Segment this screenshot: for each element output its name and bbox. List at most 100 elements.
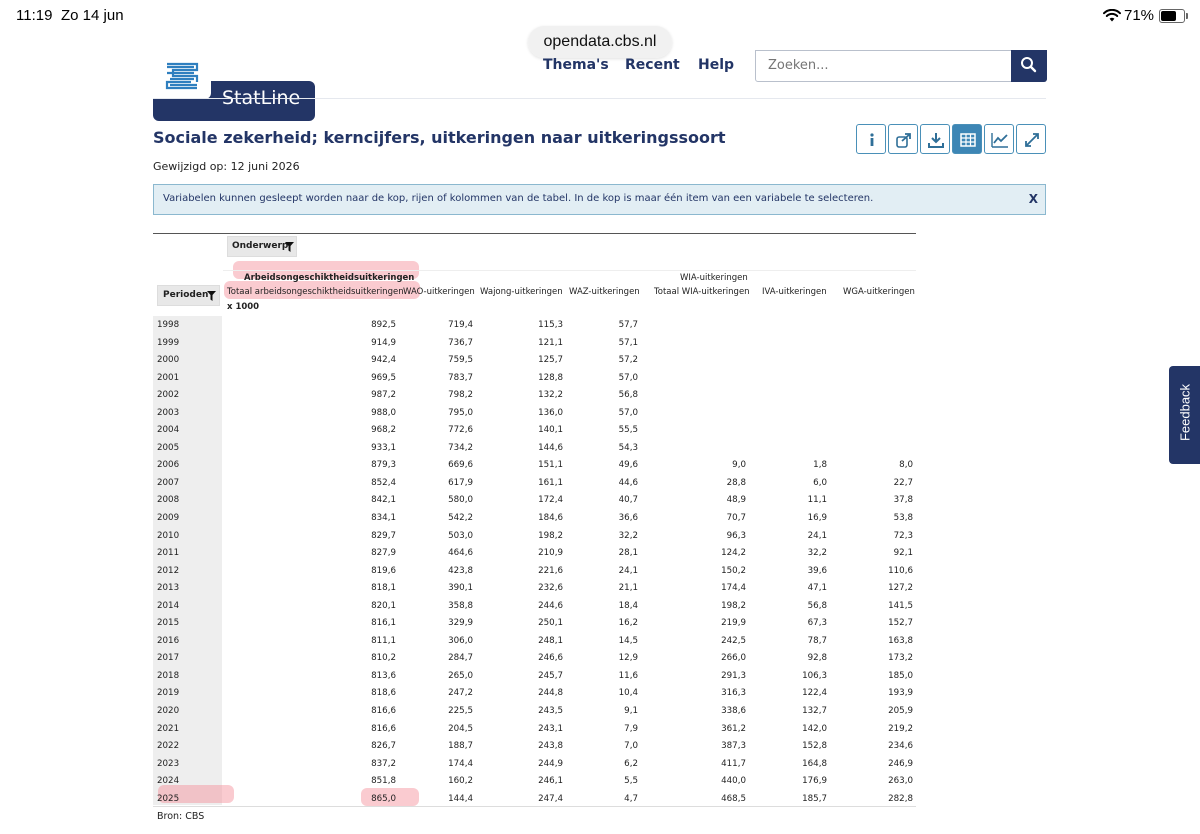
column-header[interactable]: Totaal arbeidsongeschiktheidsuitkeringen: [227, 287, 404, 297]
column-header[interactable]: WGA-uitkeringen: [843, 287, 915, 297]
table-cell: 96,3: [726, 530, 746, 541]
table-cell: 164,8: [802, 758, 827, 769]
table-cell: 4,7: [624, 793, 638, 804]
status-date: Zo 14 jun: [61, 7, 124, 24]
table-cell: 914,9: [371, 337, 396, 348]
table-cell: 54,3: [618, 442, 638, 453]
table-cell: 250,1: [538, 618, 563, 629]
onderwerp-variable[interactable]: Onderwerp: [227, 236, 297, 257]
table-cell: 8,0: [899, 460, 913, 471]
row-year: 2020: [157, 706, 180, 717]
column-header[interactable]: WAO-uitkeringen: [403, 287, 475, 297]
fullscreen-button[interactable]: [1016, 124, 1046, 154]
table-cell: 244,9: [538, 758, 563, 769]
close-banner-button[interactable]: X: [1029, 192, 1038, 206]
table-cell: 39,6: [807, 565, 827, 576]
column-header[interactable]: IVA-uitkeringen: [762, 287, 827, 297]
table-cell: 411,7: [721, 758, 746, 769]
table-cell: 440,0: [721, 776, 746, 787]
table-cell: 827,9: [371, 548, 396, 559]
table-cell: 28,8: [726, 477, 746, 488]
download-icon: [928, 133, 944, 148]
table-cell: 163,8: [888, 635, 913, 646]
filter-icon[interactable]: [207, 291, 216, 301]
table-cell: 361,2: [721, 723, 746, 734]
nav-help[interactable]: Help: [698, 57, 734, 73]
table-cell: 49,6: [618, 460, 638, 471]
table-cell: 18,4: [618, 600, 638, 611]
chart-icon: [991, 133, 1008, 148]
table-row: 2009 834,1 542,2 184,6 36,6 70,7 16,9 53,8: [153, 509, 916, 527]
wifi-icon: [1103, 9, 1121, 22]
column-header[interactable]: WAZ-uitkeringen: [569, 287, 640, 297]
table-cell: 852,4: [371, 477, 396, 488]
nav-themas[interactable]: Thema's: [543, 57, 609, 73]
download-button[interactable]: [920, 124, 950, 154]
battery-percentage: 71%: [1124, 7, 1155, 24]
table-cell: 291,3: [721, 670, 746, 681]
row-year: 2004: [157, 425, 180, 436]
table-cell: 933,1: [371, 442, 396, 453]
row-year: 2024: [157, 776, 180, 787]
table-row: 2020 816,6 225,5 243,5 9,1 338,6 132,7 205,9: [153, 702, 916, 720]
row-year: 2017: [157, 653, 180, 664]
nav-recent[interactable]: Recent: [625, 57, 680, 73]
table-cell: 316,3: [721, 688, 746, 699]
table-cell: 144,6: [538, 442, 563, 453]
table-view-button[interactable]: [952, 124, 982, 154]
table-cell: 246,1: [538, 776, 563, 787]
table-cell: 53,8: [893, 513, 913, 524]
table-cell: 28,1: [618, 548, 638, 559]
chart-view-button[interactable]: [984, 124, 1014, 154]
share-button[interactable]: [888, 124, 918, 154]
table-cell: 813,6: [371, 670, 396, 681]
column-header[interactable]: Totaal WIA-uitkeringen: [654, 287, 750, 297]
table-cell: 246,6: [538, 653, 563, 664]
table-cell: 160,2: [448, 776, 473, 787]
row-year: 2014: [157, 600, 180, 611]
table-cell: 243,1: [538, 723, 563, 734]
table-cell: 11,1: [807, 495, 827, 506]
column-header[interactable]: Wajong-uitkeringen: [480, 287, 563, 297]
table-bottom-divider: [153, 806, 916, 807]
search-input[interactable]: [766, 57, 1010, 74]
table-cell: 16,9: [807, 513, 827, 524]
table-cell: 1,8: [813, 460, 827, 471]
perioden-label: Perioden: [163, 290, 209, 300]
table-cell: 842,1: [371, 495, 396, 506]
table-cell: 245,7: [538, 670, 563, 681]
feedback-button[interactable]: Feedback: [1169, 366, 1200, 464]
table-cell: 772,6: [448, 425, 473, 436]
table-cell: 122,4: [802, 688, 827, 699]
search-button[interactable]: [1011, 50, 1047, 82]
table-row: 2019 818,6 247,2 244,8 10,4 316,3 122,4 193,9: [153, 684, 916, 702]
table-row: 2007 852,4 617,9 161,1 44,6 28,8 6,0 22,7: [153, 474, 916, 492]
row-year: 2023: [157, 758, 180, 769]
table-cell: 37,8: [893, 495, 913, 506]
table-cell: 306,0: [448, 635, 473, 646]
row-year: 2007: [157, 477, 180, 488]
table-cell: 172,4: [538, 495, 563, 506]
url-bar[interactable]: opendata.cbs.nl: [528, 26, 672, 58]
table-cell: 56,8: [618, 390, 638, 401]
search-box: [755, 50, 1047, 82]
table-cell: 338,6: [721, 706, 746, 717]
table-cell: 263,0: [888, 776, 913, 787]
table-row: 2012 819,6 423,8 221,6 24,1 150,2 39,6 110,6: [153, 562, 916, 580]
table-cell: 266,0: [721, 653, 746, 664]
table-row: 2021 816,6 204,5 243,1 7,9 361,2 142,0 219,2: [153, 720, 916, 738]
table-cell: 161,1: [538, 477, 563, 488]
table-cell: 185,0: [888, 670, 913, 681]
unit-label: x 1000: [227, 302, 260, 312]
table-cell: 32,2: [618, 530, 638, 541]
filter-icon[interactable]: [285, 242, 294, 252]
table-cell: 127,2: [888, 583, 913, 594]
table-cell: 243,8: [538, 741, 563, 752]
info-button[interactable]: [856, 124, 886, 154]
table-cell: 969,5: [371, 372, 396, 383]
table-cell: 115,3: [538, 320, 563, 330]
cbs-logo-icon: [153, 55, 211, 99]
perioden-variable[interactable]: Perioden: [157, 285, 220, 306]
table-cell: 783,7: [448, 372, 473, 383]
table-cell: 132,2: [538, 390, 563, 401]
